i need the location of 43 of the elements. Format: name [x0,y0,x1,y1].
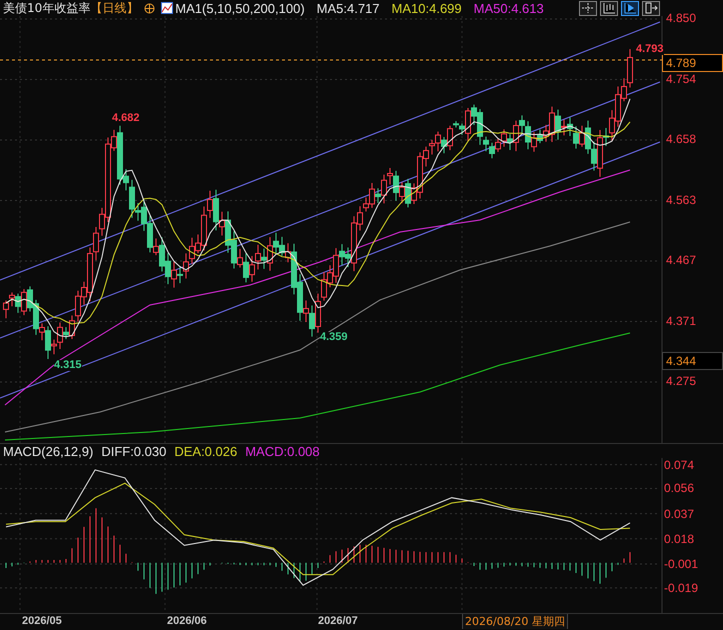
price-axis-label: 4.754 [666,72,696,84]
indicator-label: MA1(5,10,50,200,100) [175,2,305,14]
price-marker: 4.315 [54,360,82,371]
macd-axis-label: 0.018 [664,532,694,545]
axis-chart-icon [602,2,616,14]
price-axis-label: 4.275 [666,375,696,387]
price-axis-label: 4.563 [666,194,696,206]
price-tag: 4.789 [662,54,723,72]
toolbar-button[interactable] [600,0,618,16]
macd-axis-label: 0.074 [664,458,694,471]
date-axis-label: 2026/05 [22,616,62,627]
play-chart-icon [623,2,637,14]
grid-icon [581,2,595,14]
toolbar-button[interactable] [579,0,597,16]
date-axis-label: 2026/07 [318,616,358,627]
cursor-date-label: 2026/08/20 星期四 [462,614,568,629]
macd-value: DEA:0.026 [174,444,238,458]
price-marker: 4.793 [636,44,664,55]
price-marker: 4.359 [320,332,348,343]
ma-value: MA10:4.699 [392,2,462,14]
toolbar-button[interactable] [642,0,660,16]
crosshair-circle-icon[interactable] [144,2,156,14]
macd-value: DIFF:0.030 [101,444,166,458]
macd-axis-label: -0.001 [664,558,698,570]
period-label[interactable]: 【日线】 [90,2,138,14]
price-tag: 4.344 [662,352,723,370]
price-axis-label: 4.371 [666,314,696,326]
macd-axis-label: -0.019 [664,582,698,594]
price-axis-label: 4.467 [666,254,696,266]
price-marker: 4.682 [112,113,140,124]
price-axis-label: 4.850 [666,12,696,24]
toolbar-button[interactable] [621,0,639,16]
macd-axis-label: 0.037 [664,508,694,520]
macd-value: MACD:0.008 [245,444,320,458]
date-axis-label: 2026/06 [167,616,207,627]
macd-title: MACD(26,12,9) [3,444,94,458]
ma-value: MA50:4.613 [474,2,544,14]
line-chart-icon[interactable] [161,2,174,14]
price-axis-label: 4.658 [666,133,696,145]
exit-arrow-icon [644,2,658,14]
ma-value: MA5:4.717 [316,2,380,14]
macd-axis-label: 0.056 [664,482,694,494]
chart-title: 美债10年收益率 [3,2,90,14]
